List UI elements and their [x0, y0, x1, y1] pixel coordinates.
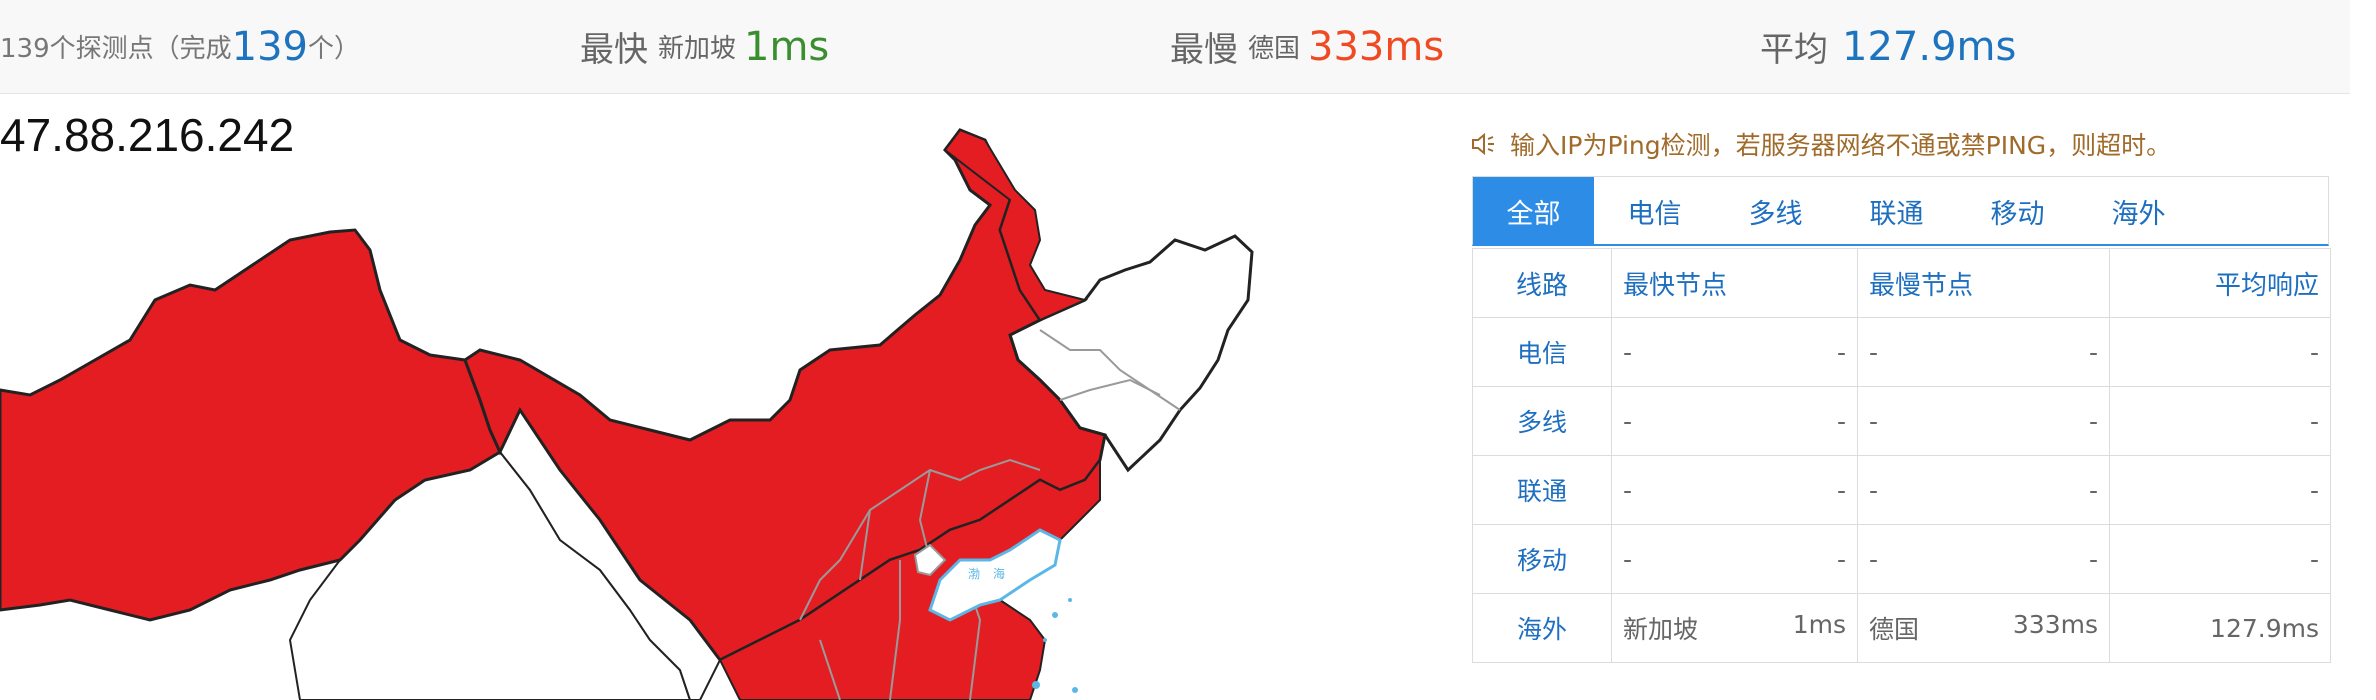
table-row: 移动 -- -- -	[1472, 524, 2331, 594]
average-label: 平均	[1760, 30, 1828, 70]
table-row: 联通 -- -- -	[1472, 455, 2331, 525]
fast-node: -	[1623, 475, 1633, 505]
fast-ms: 1ms	[1792, 610, 1846, 639]
row-average: -	[2109, 386, 2331, 456]
header-fastest: 最快节点	[1611, 248, 1858, 318]
slow-node: -	[1869, 337, 1879, 367]
slow-node: -	[1869, 475, 1879, 505]
row-line: 海外	[1472, 593, 1612, 663]
row-fastest: --	[1611, 386, 1858, 456]
fastest-stat: 最快 新加坡 1ms	[580, 0, 829, 93]
line-tabs: 全部 电信 多线 联通 移动 海外	[1472, 176, 2329, 246]
header-average: 平均响应	[2109, 248, 2331, 318]
speaker-icon	[1472, 132, 1494, 156]
line-stats-table: 线路 最快节点 最慢节点 平均响应 电信 -- -- - 多线 -- -- - …	[1472, 248, 2331, 663]
header-slowest: 最慢节点	[1857, 248, 2110, 318]
probe-count: 139个探测点（完成 139 个）	[0, 0, 360, 93]
row-fastest: --	[1611, 455, 1858, 525]
table-row: 海外 新加坡 1ms 德国 333ms 127.9ms	[1472, 593, 2331, 663]
row-average: -	[2109, 317, 2331, 387]
row-slowest: --	[1857, 317, 2110, 387]
slow-ms: 333ms	[2012, 610, 2098, 639]
row-fastest: --	[1611, 317, 1858, 387]
probe-count-done: 139	[231, 23, 308, 70]
fast-ms: -	[1836, 406, 1846, 436]
row-average: -	[2109, 524, 2331, 594]
row-average: 127.9ms	[2109, 593, 2331, 663]
table-header: 线路 最快节点 最慢节点 平均响应	[1472, 248, 2331, 318]
fast-node: 新加坡	[1623, 615, 1699, 644]
row-average: -	[2109, 455, 2331, 525]
slow-ms: -	[2088, 337, 2098, 367]
fast-node: -	[1623, 337, 1633, 367]
row-slowest: --	[1857, 455, 2110, 525]
row-slowest: --	[1857, 386, 2110, 456]
fast-node: -	[1623, 406, 1633, 436]
slow-node: 德国	[1869, 615, 1920, 644]
fast-ms: -	[1836, 337, 1846, 367]
table-row: 电信 -- -- -	[1472, 317, 2331, 387]
table-row: 多线 -- -- -	[1472, 386, 2331, 456]
tab-all[interactable]: 全部	[1473, 177, 1594, 245]
sea-label-bo: 渤	[968, 567, 980, 581]
tab-overseas[interactable]: 海外	[2078, 177, 2199, 245]
slowest-label: 最慢	[1170, 30, 1238, 70]
row-line: 移动	[1472, 524, 1612, 594]
china-ping-map[interactable]: 渤 海	[0, 94, 1300, 700]
fast-ms: -	[1836, 475, 1846, 505]
row-fastest: --	[1611, 524, 1858, 594]
row-line: 多线	[1472, 386, 1612, 456]
slow-node: -	[1869, 544, 1879, 574]
probe-count-suffix: 个）	[308, 34, 361, 64]
slow-node: -	[1869, 406, 1879, 436]
row-line: 电信	[1472, 317, 1612, 387]
notice-text: 输入IP为Ping检测，若服务器网络不通或禁PING，则超时。	[1510, 131, 2172, 160]
fast-node: -	[1623, 544, 1633, 574]
slow-ms: -	[2088, 475, 2098, 505]
average-stat: 平均 127.9ms	[1760, 0, 2016, 93]
row-slowest: --	[1857, 524, 2110, 594]
slow-ms: -	[2088, 544, 2098, 574]
summary-bar: 139个探测点（完成 139 个） 最快 新加坡 1ms 最慢 德国 333ms…	[0, 0, 2350, 94]
fastest-label: 最快	[580, 30, 648, 70]
header-line: 线路	[1472, 248, 1612, 318]
slowest-location: 德国	[1248, 34, 1301, 64]
fast-ms: -	[1836, 544, 1846, 574]
tab-mobile[interactable]: 移动	[1957, 177, 2078, 245]
slowest-value: 333ms	[1308, 23, 1445, 70]
probe-count-prefix: 139个探测点（完成	[0, 34, 232, 64]
row-slowest: 德国 333ms	[1857, 593, 2110, 663]
average-value: 127.9ms	[1842, 23, 2017, 70]
slow-ms: -	[2088, 406, 2098, 436]
notice-message: 输入IP为Ping检测，若服务器网络不通或禁PING，则超时。	[1470, 126, 2171, 162]
slowest-stat: 最慢 德国 333ms	[1170, 0, 1444, 93]
tab-telecom[interactable]: 电信	[1594, 177, 1715, 245]
row-line: 联通	[1472, 455, 1612, 525]
tab-multiline[interactable]: 多线	[1715, 177, 1836, 245]
row-fastest: 新加坡 1ms	[1611, 593, 1858, 663]
fastest-value: 1ms	[744, 23, 830, 70]
sea-label-hai: 海	[993, 566, 1005, 581]
tab-unicom[interactable]: 联通	[1836, 177, 1957, 245]
target-ip: 47.88.216.242	[0, 109, 295, 161]
fastest-location: 新加坡	[658, 34, 737, 64]
